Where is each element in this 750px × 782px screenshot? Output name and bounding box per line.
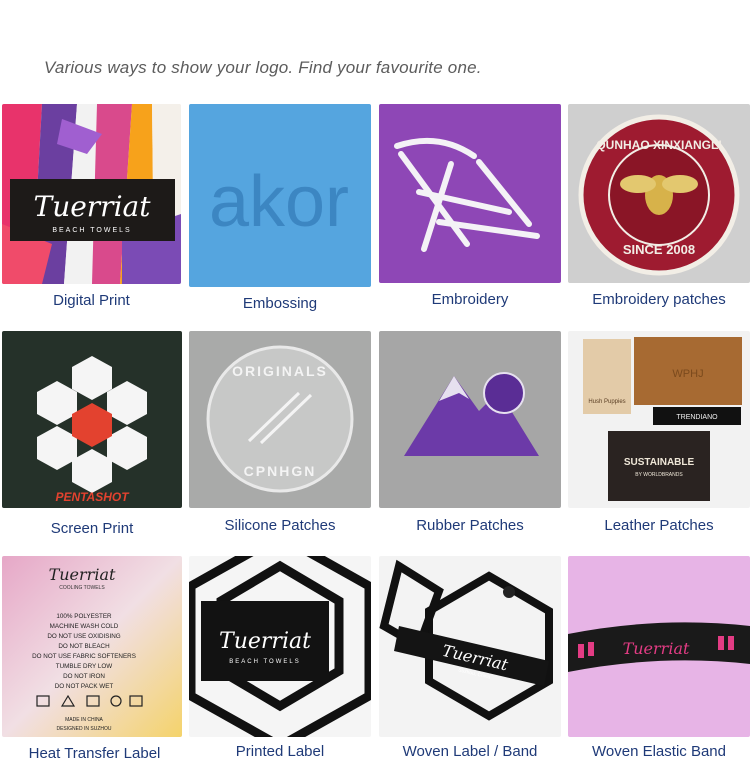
svg-text:TRENDIANO: TRENDIANO (676, 414, 718, 421)
caption-embroidery: Embroidery (431, 291, 509, 308)
svg-text:DESIGNED IN SUZHOU: DESIGNED IN SUZHOU (56, 726, 111, 732)
caption-digital-print: Digital Print (53, 292, 130, 309)
svg-text:ORIGINALS: ORIGINALS (232, 363, 328, 379)
caption-embroidery-patches: Embroidery patches (592, 291, 726, 308)
digital-print-image: Tuerriat BEACH TOWELS (2, 104, 181, 284)
svg-text:BEACH TOWELS: BEACH TOWELS (229, 659, 300, 665)
svg-text:BY WORLDBRANDS: BY WORLDBRANDS (635, 472, 683, 478)
heat-transfer-label-image: Tuerriat COOLING TOWELS 100% POLYESTER M… (2, 556, 182, 737)
svg-text:SUSTAINABLE: SUSTAINABLE (624, 457, 695, 468)
svg-text:Hush Puppies: Hush Puppies (588, 399, 625, 405)
woven-elastic-band-image: Tuerriat (568, 556, 750, 737)
svg-text:DO NOT USE FABRIC SOFTENERS: DO NOT USE FABRIC SOFTENERS (32, 653, 136, 660)
caption-woven-elastic-band: Woven Elastic Band (592, 743, 726, 760)
embossing-image: akor (189, 104, 371, 287)
svg-text:Tuerriat: Tuerriat (623, 639, 690, 658)
svg-text:Tuerriat: Tuerriat (219, 629, 311, 654)
svg-text:DO NOT USE OXIDISING: DO NOT USE OXIDISING (47, 633, 120, 640)
svg-text:MADE IN CHINA: MADE IN CHINA (65, 717, 103, 723)
svg-text:akor: akor (209, 162, 349, 242)
leather-patch-image: Hush Puppies WPHJ TRENDIANO SUSTAINABLE … (568, 331, 750, 508)
page-headline: Various ways to show your logo. Find you… (44, 58, 482, 77)
caption-woven-label-band: Woven Label / Band (402, 743, 538, 760)
svg-text:DO NOT IRON: DO NOT IRON (63, 673, 105, 680)
svg-text:COOLING TOWELS: COOLING TOWELS (59, 585, 105, 591)
caption-embossing: Embossing (242, 295, 318, 312)
svg-text:WPHJ: WPHJ (672, 368, 703, 380)
svg-text:BEACH TOWELS: BEACH TOWELS (52, 227, 131, 234)
woven-label-band-image: Tuerriat Suzhou, China (379, 556, 561, 737)
caption-printed-label: Printed Label (235, 743, 325, 760)
caption-screen-print: Screen Print (50, 520, 134, 537)
svg-text:DO NOT PACK WET: DO NOT PACK WET (55, 683, 114, 690)
caption-rubber-patches: Rubber Patches (416, 517, 524, 534)
rubber-patch-image (379, 331, 561, 508)
svg-text:Tuerriat: Tuerriat (49, 565, 116, 584)
caption-silicone-patches: Silicone Patches (224, 517, 336, 534)
svg-text:TUMBLE DRY LOW: TUMBLE DRY LOW (56, 663, 113, 670)
screen-print-image: PENTASHOT (2, 331, 182, 508)
embroidery-patch-image: QUNHAO XINXIANGLI SINCE 2008 (568, 104, 750, 283)
svg-text:DO NOT BLEACH: DO NOT BLEACH (58, 643, 110, 650)
caption-leather-patches: Leather Patches (604, 517, 714, 534)
digital-print-logo: Tuerriat (34, 190, 152, 223)
svg-text:QUNHAO XINXIANGLI: QUNHAO XINXIANGLI (596, 138, 721, 152)
printed-label-image: Tuerriat BEACH TOWELS (189, 556, 371, 737)
svg-text:MACHINE WASH COLD: MACHINE WASH COLD (50, 623, 119, 630)
svg-text:SINCE 2008: SINCE 2008 (623, 242, 695, 257)
embroidery-image (379, 104, 561, 283)
svg-text:CPNHGN: CPNHGN (244, 463, 317, 479)
svg-text:PENTASHOT: PENTASHOT (55, 490, 130, 504)
svg-text:100% POLYESTER: 100% POLYESTER (56, 613, 112, 620)
caption-heat-transfer-label: Heat Transfer Label (28, 745, 161, 762)
silicone-patch-image: ORIGINALS CPNHGN (189, 331, 371, 508)
